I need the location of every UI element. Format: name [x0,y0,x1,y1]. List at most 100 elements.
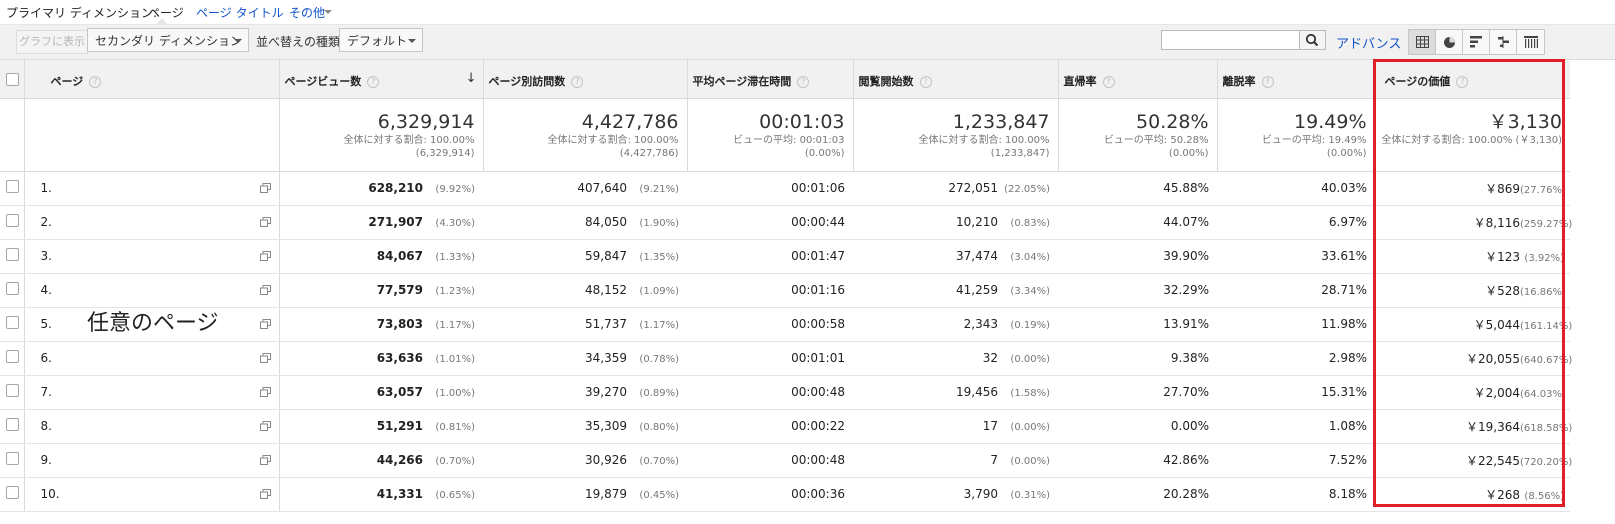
table-view-button[interactable] [1409,30,1436,54]
col-header-page-label: ページ [50,75,84,88]
cell-bounce-rate: 39.90% [1058,239,1217,274]
total-unique-pageviews: 4,427,786 全体に対する割合: 100.00% (4,427,786) [483,98,688,172]
row-page-cell[interactable] [59,409,280,444]
col-header-page[interactable]: ページ? [24,60,280,99]
row-page-cell[interactable] [59,239,280,274]
open-page-icon[interactable] [259,216,271,227]
advanced-filter-link[interactable]: アドバンス [1336,33,1401,52]
row-page-cell[interactable] [59,171,280,206]
cell-unique-pageviews: 59,847 (1.35%) [483,239,687,274]
entrances-value: 2,343 [963,317,998,331]
entrances-percent: (0.31%) [1010,490,1050,501]
open-page-icon[interactable] [259,386,271,397]
cell-exit-rate: 6.97% [1217,205,1375,240]
row-page-cell[interactable] [59,477,280,512]
col-header-entrances[interactable]: 閲覧開始数? [853,60,1059,99]
pageviews-value: 628,210 [368,181,423,195]
chevron-down-icon[interactable] [324,10,332,14]
cell-page-value: ￥5,044(161.14%) [1375,307,1572,342]
row-index: 5. [24,307,59,342]
row-checkbox[interactable] [6,418,19,431]
open-page-icon[interactable] [259,284,271,295]
col-header-bounce-rate[interactable]: 直帰率? [1058,60,1218,99]
row-checkbox-cell [0,171,25,206]
open-page-icon[interactable] [259,182,271,193]
cell-pageviews: 41,331 (0.65%) [279,477,483,512]
col-header-exit-rate[interactable]: 離脱率? [1217,60,1376,99]
total-subtext: ビューの平均: 50.28% [1103,134,1209,146]
cell-page-value: ￥528(16.86%) [1375,273,1570,308]
cell-bounce-rate: 0.00% [1058,409,1217,444]
row-checkbox-cell [0,273,25,308]
chevron-down-icon [234,39,242,43]
sort-descending-icon[interactable]: ↓ [466,71,477,86]
row-page-cell[interactable] [59,205,280,240]
row-index: 2. [24,205,59,240]
secondary-dimension-label: セカンダリ ディメンション [95,34,242,48]
help-icon[interactable]: ? [1261,76,1274,88]
open-page-icon[interactable] [259,250,271,261]
plot-rows-button[interactable]: グラフに表示 [16,30,88,54]
help-icon[interactable]: ? [1102,76,1115,88]
open-page-icon[interactable] [259,488,271,499]
col-header-unique-pageviews[interactable]: ページ別訪問数? [483,60,688,99]
row-checkbox[interactable] [6,282,19,295]
dimension-other-link[interactable]: その他 [289,4,325,21]
pageviews-value: 44,266 [376,453,423,467]
help-icon[interactable]: ? [571,76,584,88]
col-header-pageviews[interactable]: ページビュー数? ↓ [279,60,484,99]
cell-entrances: 17 (0.00%) [853,409,1058,444]
help-icon[interactable]: ? [919,76,932,88]
performance-view-button[interactable] [1463,30,1490,54]
row-checkbox[interactable] [6,248,19,261]
select-all-checkbox[interactable] [6,73,19,86]
row-checkbox[interactable] [6,486,19,499]
row-checkbox[interactable] [6,214,19,227]
row-page-cell[interactable] [59,273,280,308]
cell-bounce-rate: 44.07% [1058,205,1217,240]
row-checkbox[interactable] [6,452,19,465]
row-checkbox[interactable] [6,180,19,193]
row-checkbox[interactable] [6,316,19,329]
row-checkbox[interactable] [6,384,19,397]
unique-pageviews-percent: (0.89%) [639,388,679,399]
pie-view-button[interactable] [1436,30,1463,54]
total-value: ￥3,130 [1488,110,1562,133]
col-header-avg-time[interactable]: 平均ページ滞在時間? [687,60,854,99]
row-checkbox-cell [0,341,25,376]
dimension-page-title-link[interactable]: ページ タイトル [196,4,284,21]
cell-avg-time: 00:00:48 [687,375,853,410]
row-page-cell[interactable] [59,375,280,410]
sort-type-dropdown[interactable]: デフォルト [339,28,423,52]
table-search-input[interactable] [1161,30,1300,50]
help-icon[interactable]: ? [367,76,380,88]
help-icon[interactable]: ? [797,76,810,88]
pivot-view-button[interactable] [1517,30,1544,54]
row-page-cell[interactable] [59,341,280,376]
row-index: 6. [24,341,59,376]
secondary-dimension-dropdown[interactable]: セカンダリ ディメンション [87,28,249,52]
search-button[interactable] [1299,30,1326,50]
row-index: 8. [24,409,59,444]
page-value: ￥528 [1485,283,1520,298]
help-icon[interactable]: ? [1456,76,1469,88]
cell-page-value: ￥19,364(618.58%) [1375,409,1572,444]
primary-dimension-label: プライマリ ディメンション: [6,6,158,20]
page-value-percent: (8.56%) [1524,490,1564,502]
row-checkbox[interactable] [6,350,19,363]
open-page-icon[interactable] [259,454,271,465]
total-subtext: 全体に対する割合: 100.00% [918,134,1050,146]
open-page-icon[interactable] [259,420,271,431]
cell-bounce-rate: 20.28% [1058,477,1217,512]
open-page-icon[interactable] [259,352,271,363]
col-header-page-value[interactable]: ページの価値? [1375,60,1570,99]
cell-unique-pageviews: 84,050 (1.90%) [483,205,687,240]
open-page-icon[interactable] [259,318,271,329]
unique-pageviews-value: 35,309 [585,419,627,433]
total-subtext: 全体に対する割合: 100.00% [343,134,475,146]
comparison-view-button[interactable] [1490,30,1517,54]
total-bounce-rate: 50.28% ビューの平均: 50.28% (0.00%) [1058,98,1218,172]
row-page-cell[interactable] [59,443,280,478]
help-icon[interactable]: ? [89,76,102,88]
unique-pageviews-percent: (9.21%) [639,184,679,195]
